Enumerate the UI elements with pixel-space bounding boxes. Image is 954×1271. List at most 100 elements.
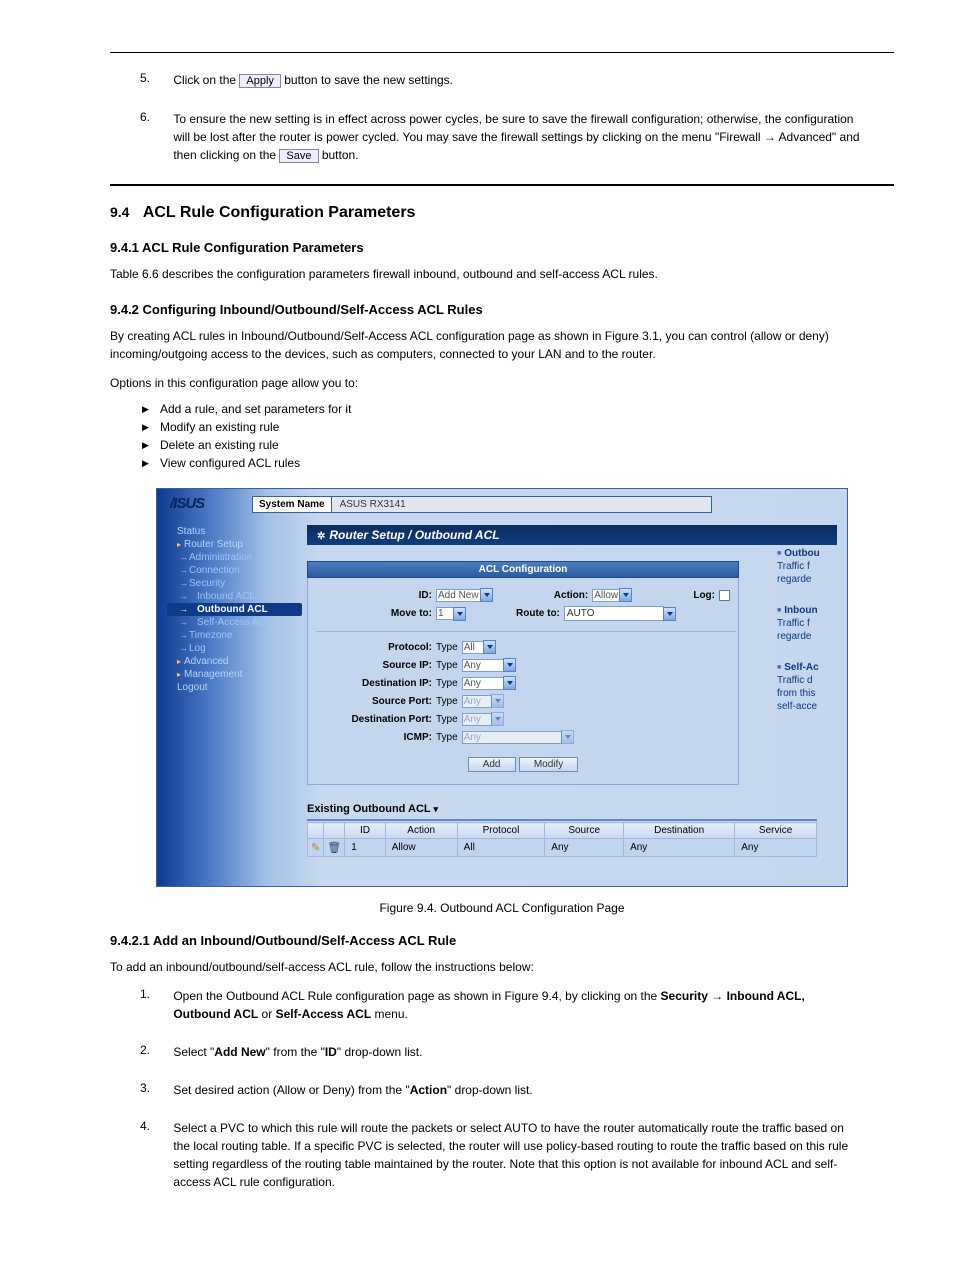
proc-step-2: 2. Select "Add New" from the "ID" drop-d… bbox=[140, 1043, 894, 1061]
sidebar-security[interactable]: Security bbox=[167, 577, 302, 590]
step5-number: 5. bbox=[140, 71, 170, 85]
id-label: ID: bbox=[316, 590, 436, 601]
dropdown-icon[interactable] bbox=[480, 588, 493, 602]
dest-ip-label: Destination IP: bbox=[316, 678, 436, 689]
para-942b: Options in this configuration page allow… bbox=[110, 374, 894, 393]
modify-button[interactable]: Modify bbox=[519, 757, 578, 772]
source-ip-label: Source IP: bbox=[316, 660, 436, 671]
dropdown-icon[interactable] bbox=[503, 658, 516, 672]
page-title-bar: ✲Router Setup / Outbound ACL bbox=[307, 525, 837, 545]
edit-icon[interactable]: ✎ bbox=[311, 842, 320, 854]
sidebar-management[interactable]: ▸Management bbox=[167, 668, 302, 681]
source-port-label: Source Port: bbox=[316, 696, 436, 707]
icmp-label: ICMP: bbox=[316, 732, 436, 743]
panel-divider bbox=[316, 631, 736, 632]
para-942a: By creating ACL rules in Inbound/Outboun… bbox=[110, 327, 894, 364]
section-rule bbox=[110, 184, 894, 186]
delete-icon[interactable]: 🗑 bbox=[327, 842, 341, 854]
action-select[interactable]: Allow bbox=[592, 589, 620, 602]
routeto-input[interactable] bbox=[564, 606, 664, 621]
chevron-down-icon: ▸ bbox=[177, 540, 181, 549]
arrow-icon: → bbox=[708, 989, 727, 1003]
protocol-label: Protocol: bbox=[316, 642, 436, 653]
save-btn-ref: Save bbox=[279, 149, 318, 163]
moveto-label: Move to: bbox=[316, 608, 436, 619]
sidebar-status[interactable]: Status bbox=[167, 525, 302, 538]
dropdown-icon bbox=[491, 712, 504, 726]
sidebar-connection[interactable]: Connection bbox=[167, 564, 302, 577]
ss-help-panel: ■OutbouTraffic fregarde ■InbounTraffic f… bbox=[777, 547, 847, 731]
log-checkbox[interactable] bbox=[719, 590, 730, 601]
bullet-delete: Delete an existing rule bbox=[142, 438, 894, 452]
icmp-select: Any bbox=[462, 731, 562, 744]
dropdown-icon[interactable] bbox=[663, 607, 676, 621]
bullet-square-icon: ■ bbox=[777, 664, 781, 671]
bullet-view: View configured ACL rules bbox=[142, 456, 894, 470]
source-ip-select[interactable]: Any bbox=[462, 659, 504, 672]
add-button[interactable]: Add bbox=[468, 757, 516, 772]
bullet-add: Add a rule, and set parameters for it bbox=[142, 402, 894, 416]
dropdown-icon[interactable] bbox=[619, 588, 632, 602]
dropdown-icon bbox=[491, 694, 504, 708]
proc-step-4: 4. Select a PVC to which this rule will … bbox=[140, 1119, 894, 1191]
log-label: Log: bbox=[693, 590, 719, 601]
dropdown-icon bbox=[561, 730, 574, 744]
dropdown-icon[interactable] bbox=[483, 640, 496, 654]
id-select[interactable]: Add New bbox=[436, 589, 481, 602]
routeto-label: Route to: bbox=[516, 608, 564, 619]
apply-btn-ref: Apply bbox=[239, 74, 281, 88]
ss-main: ✲Router Setup / Outbound ACL ACL Configu… bbox=[307, 525, 847, 886]
top-rule bbox=[110, 52, 894, 53]
chevron-right-icon: ▸ bbox=[177, 670, 181, 679]
sidebar-logout[interactable]: Logout bbox=[167, 681, 302, 694]
dest-port-label: Destination Port: bbox=[316, 714, 436, 725]
dropdown-icon[interactable] bbox=[453, 607, 466, 621]
step-5: 5. Click on the Apply button to save the… bbox=[140, 71, 894, 90]
subsection-942: 9.4.2 Configuring Inbound/Outbound/Self-… bbox=[110, 302, 894, 317]
subsection-9421: 9.4.2.1 Add an Inbound/Outbound/Self-Acc… bbox=[110, 933, 894, 948]
sidebar-administration[interactable]: Administration bbox=[167, 551, 302, 564]
arrow-icon: → bbox=[764, 130, 776, 144]
existing-acl-header[interactable]: Existing Outbound ACL ▾ bbox=[307, 803, 847, 815]
system-name-value: ASUS RX3141 bbox=[332, 496, 712, 513]
sidebar-log[interactable]: Log bbox=[167, 642, 302, 655]
dropdown-icon[interactable] bbox=[503, 676, 516, 690]
chevron-down-icon: ▾ bbox=[434, 804, 439, 814]
gear-icon: ✲ bbox=[317, 531, 325, 542]
dest-ip-select[interactable]: Any bbox=[462, 677, 504, 690]
table-row: ✎ 🗑 1 Allow All Any Any Any bbox=[308, 839, 817, 857]
subsection-941: 9.4.1 ACL Rule Configuration Parameters bbox=[110, 240, 894, 255]
bullet-square-icon: ■ bbox=[777, 607, 781, 614]
moveto-select[interactable]: 1 bbox=[436, 607, 454, 620]
acl-config-panel: ACL Configuration ID: Add New Action: Al… bbox=[307, 561, 739, 785]
bullet-modify: Modify an existing rule bbox=[142, 420, 894, 434]
proc-step-1: 1. Open the Outbound ACL Rule configurat… bbox=[140, 987, 894, 1023]
step-6: 6. To ensure the new setting is in effec… bbox=[140, 110, 894, 165]
section-heading: 9.4 ACL Rule Configuration Parameters bbox=[110, 204, 894, 222]
sidebar-self-access-acl[interactable]: Self-Access ACL bbox=[167, 616, 302, 629]
step6-number: 6. bbox=[140, 110, 170, 124]
sidebar-timezone[interactable]: Timezone bbox=[167, 629, 302, 642]
ss-topbar: /ISUS System Name ASUS RX3141 bbox=[157, 489, 847, 519]
svg-text:/ISUS: /ISUS bbox=[170, 495, 205, 511]
figure-caption: Figure 9.4. Outbound ACL Configuration P… bbox=[110, 901, 894, 915]
system-name-label: System Name bbox=[252, 496, 332, 513]
dest-port-select: Any bbox=[462, 713, 492, 726]
action-label: Action: bbox=[554, 590, 592, 601]
protocol-select[interactable]: All bbox=[462, 641, 484, 654]
acl-config-header: ACL Configuration bbox=[307, 561, 739, 578]
para-9421: To add an inbound/outbound/self-access A… bbox=[110, 958, 894, 977]
asus-logo: /ISUS bbox=[157, 495, 252, 514]
options-list: Add a rule, and set parameters for it Mo… bbox=[142, 402, 894, 470]
existing-acl-table: ID Action Protocol Source Destination Se… bbox=[307, 822, 817, 857]
table-header-row: ID Action Protocol Source Destination Se… bbox=[308, 823, 817, 839]
sidebar-outbound-acl[interactable]: Outbound ACL bbox=[167, 603, 302, 616]
ss-sidebar: Status ▸Router Setup Administration Conn… bbox=[167, 525, 302, 694]
table-topbar bbox=[307, 819, 817, 821]
para-941: Table 6.6 describes the configuration pa… bbox=[110, 265, 894, 284]
sidebar-advanced[interactable]: ▸Advanced bbox=[167, 655, 302, 668]
sidebar-inbound-acl[interactable]: Inbound ACL bbox=[167, 590, 302, 603]
source-port-select: Any bbox=[462, 695, 492, 708]
bullet-square-icon: ■ bbox=[777, 550, 781, 557]
sidebar-router-setup[interactable]: ▸Router Setup bbox=[167, 538, 302, 551]
